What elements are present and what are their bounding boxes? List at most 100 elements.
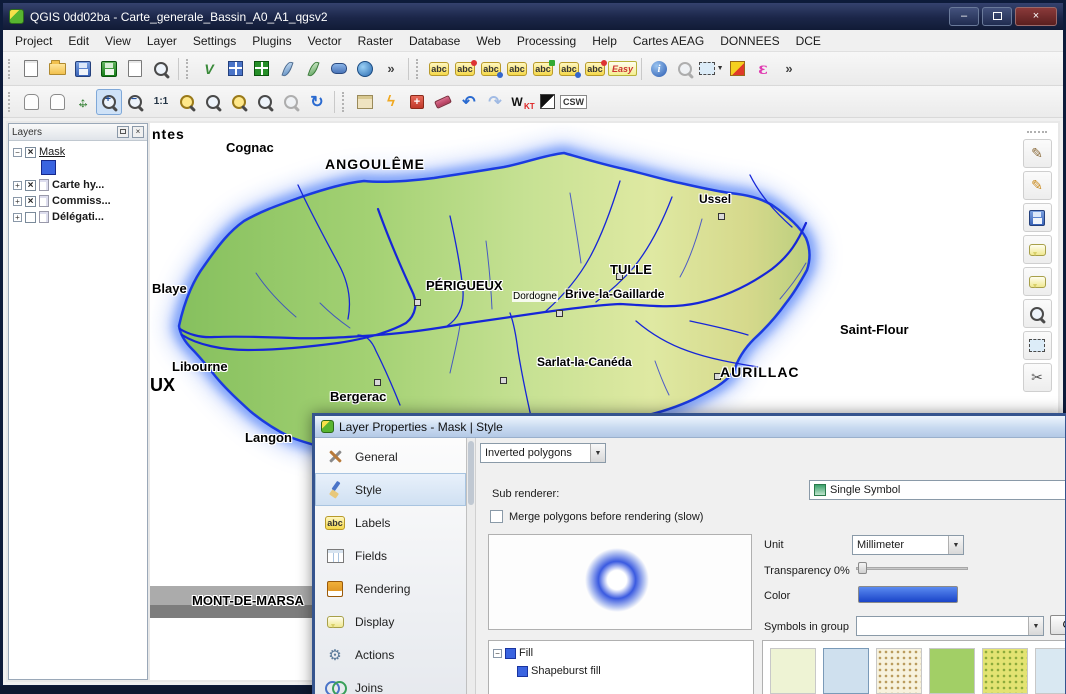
symbol-tree-child-row[interactable]: Shapeburst fill [493, 662, 749, 680]
layer-checkbox-checked[interactable]: × [25, 196, 36, 207]
new-composer-button[interactable] [122, 56, 148, 82]
zoom-to-selection-button[interactable] [226, 89, 252, 115]
layer-label[interactable]: Carte hy... [52, 179, 104, 191]
scrollbar-thumb[interactable] [468, 441, 474, 505]
toolbar-grip[interactable] [8, 59, 13, 79]
layer-checkbox-checked[interactable]: × [25, 180, 36, 191]
toolbar-grip[interactable] [8, 92, 13, 112]
layer-item-carte-hy[interactable]: + × Carte hy... [11, 177, 145, 193]
edit-style-button[interactable]: ✎ [1023, 171, 1052, 200]
redo-button[interactable]: ↷ [482, 89, 508, 115]
layer-label[interactable]: Délégati... [52, 211, 104, 223]
dialog-title-bar[interactable]: Layer Properties - Mask | Style [315, 416, 1065, 438]
tab-joins[interactable]: Joins [315, 671, 466, 694]
select-rectangle-button[interactable]: ▼ [698, 56, 724, 82]
tab-general[interactable]: General [315, 440, 466, 473]
toolbar-overflow-1[interactable]: » [378, 56, 404, 82]
menu-web[interactable]: Web [468, 31, 508, 51]
collapse-icon[interactable]: − [493, 649, 502, 658]
slider-thumb[interactable] [858, 562, 867, 574]
measure-button[interactable] [672, 56, 698, 82]
pen-tool-button[interactable] [300, 56, 326, 82]
menu-cartes-aeag[interactable]: Cartes AEAG [625, 31, 712, 51]
new-spatialite-button[interactable] [248, 56, 274, 82]
close-button[interactable]: × [1015, 7, 1057, 26]
symbol-tree-root-row[interactable]: − Fill [493, 644, 749, 662]
zoom-last-button[interactable] [252, 89, 278, 115]
tab-fields[interactable]: Fields [315, 539, 466, 572]
save-as-button[interactable] [96, 56, 122, 82]
node-tool-button[interactable] [274, 56, 300, 82]
expand-icon[interactable]: + [13, 181, 22, 190]
transparency-slider[interactable] [856, 559, 968, 577]
layer-item-delegati[interactable]: + Délégati... [11, 209, 145, 225]
invert-colors-button[interactable] [534, 89, 560, 115]
toolbar-grip[interactable] [342, 92, 347, 112]
menu-settings[interactable]: Settings [185, 31, 244, 51]
menu-project[interactable]: Project [7, 31, 60, 51]
open-project-button[interactable] [44, 56, 70, 82]
symbol-preset-2[interactable] [823, 648, 869, 694]
sub-renderer-select[interactable]: Single Symbol [809, 480, 1066, 500]
tab-style[interactable]: Style [315, 473, 466, 506]
maximize-button[interactable] [982, 7, 1012, 26]
refresh-button[interactable]: ↻ [304, 89, 330, 115]
label-button[interactable]: abc [426, 56, 452, 82]
zoom-next-button[interactable] [278, 89, 304, 115]
layer-item-commiss[interactable]: + × Commiss... [11, 193, 145, 209]
form-annotation-button[interactable] [1023, 267, 1052, 296]
menu-dce[interactable]: DCE [788, 31, 829, 51]
pan-to-selection-button[interactable]: ↔↕ [70, 89, 96, 115]
identify-button[interactable]: i [646, 56, 672, 82]
menu-database[interactable]: Database [401, 31, 468, 51]
identify-features-button[interactable] [1023, 299, 1052, 328]
symbol-preset-1[interactable] [770, 648, 816, 694]
layer-checkbox-unchecked[interactable] [25, 212, 36, 223]
label-pinned-button[interactable]: abc [452, 56, 478, 82]
layer-item-mask[interactable]: − × Mask [11, 144, 145, 160]
symbol-preset-6[interactable] [1035, 648, 1066, 694]
menu-donnees[interactable]: DONNEES [712, 31, 787, 51]
zoom-out-button[interactable]: − [122, 89, 148, 115]
close-panel-button[interactable]: × [132, 126, 144, 138]
zoom-to-layer-button[interactable] [200, 89, 226, 115]
tab-labels[interactable]: abcLabels [315, 506, 466, 539]
touch-zoom-button[interactable] [18, 89, 44, 115]
toolbar-overflow-2[interactable]: » [776, 56, 802, 82]
menu-edit[interactable]: Edit [60, 31, 97, 51]
merge-polygons-checkbox[interactable] [490, 510, 503, 523]
toolbar-grip[interactable] [186, 59, 191, 79]
style-paste-button[interactable] [430, 89, 456, 115]
zoom-in-button[interactable]: + [96, 89, 122, 115]
color-button[interactable] [858, 586, 958, 603]
open-library-button[interactable]: Ope [1050, 615, 1066, 635]
menu-plugins[interactable]: Plugins [244, 31, 299, 51]
menu-help[interactable]: Help [584, 31, 625, 51]
expand-icon[interactable]: + [13, 213, 22, 222]
pan-map-button[interactable] [44, 89, 70, 115]
label-move-button[interactable]: abc [556, 56, 582, 82]
layer-label[interactable]: Mask [39, 146, 65, 158]
zoom-full-button[interactable] [174, 89, 200, 115]
annotation-button[interactable] [326, 56, 352, 82]
search-layers-button[interactable] [148, 56, 174, 82]
tab-actions[interactable]: ⚙Actions [315, 638, 466, 671]
menu-vector[interactable]: Vector [300, 31, 350, 51]
wkt-plugin-button[interactable]: WKT [508, 89, 534, 115]
symbols-group-select[interactable]: ▼ [856, 616, 1044, 636]
tab-rendering[interactable]: Rendering [315, 572, 466, 605]
new-project-button[interactable] [18, 56, 44, 82]
label-add-button[interactable]: abc [530, 56, 556, 82]
menu-processing[interactable]: Processing [509, 31, 584, 51]
epsilon-plugin-button[interactable]: ε [750, 56, 776, 82]
easy-labeling-button[interactable]: Easy [608, 56, 637, 82]
toolbar-grip[interactable] [416, 59, 421, 79]
minimize-button[interactable]: – [949, 7, 979, 26]
layer-checkbox-checked[interactable]: × [25, 147, 36, 158]
save-style-button[interactable] [1023, 203, 1052, 232]
undo-button[interactable]: ↶ [456, 89, 482, 115]
menu-layer[interactable]: Layer [139, 31, 185, 51]
layer-label[interactable]: Commiss... [52, 195, 111, 207]
zoom-native-button[interactable]: 1:1 [148, 89, 174, 115]
undock-panel-button[interactable] [117, 126, 129, 138]
